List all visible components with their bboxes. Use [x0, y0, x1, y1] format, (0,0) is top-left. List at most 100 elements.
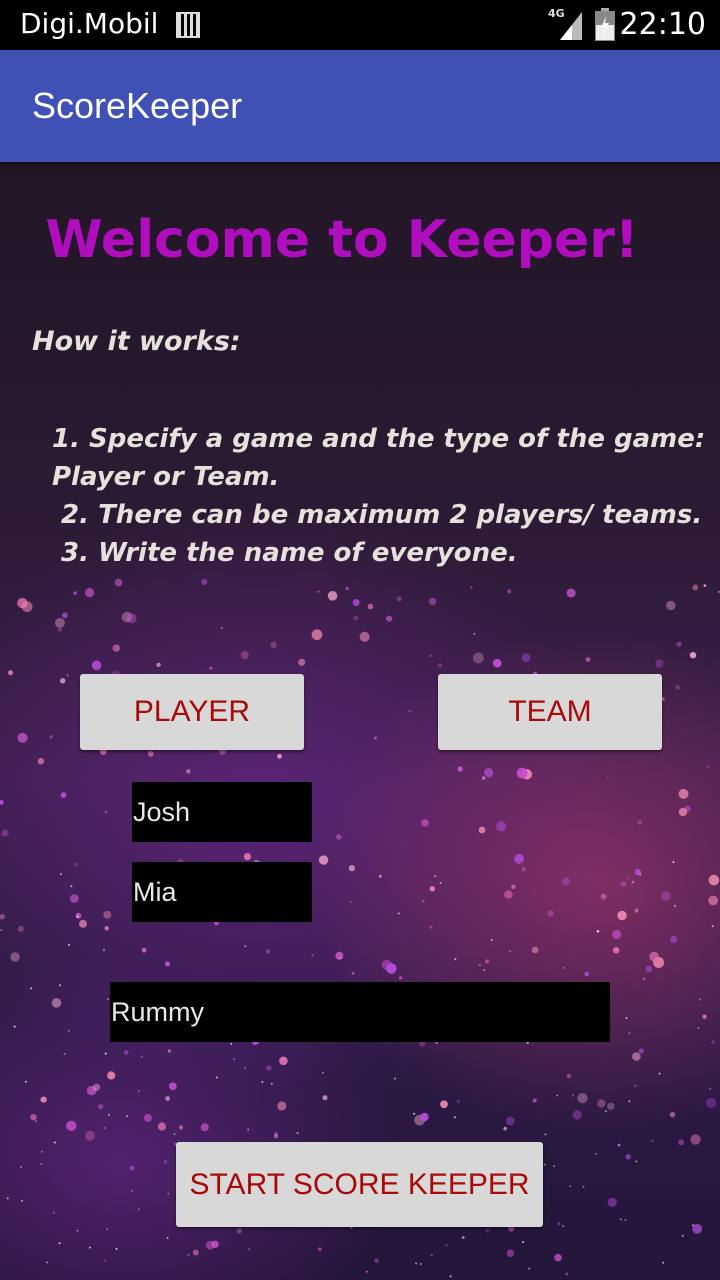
bokeh-dot: [470, 586, 473, 589]
sparkle-dot: [40, 1150, 43, 1153]
bokeh-dot: [428, 597, 437, 606]
bokeh-dot: [429, 886, 435, 892]
player-name-field-1[interactable]: Josh: [132, 782, 312, 842]
player-button[interactable]: PLAYER: [80, 674, 304, 750]
sparkle-dot: [419, 1263, 422, 1265]
bokeh-dot: [504, 890, 513, 899]
bokeh-dot: [557, 1222, 561, 1226]
bokeh-dot: [1, 829, 9, 837]
bokeh-dot: [353, 616, 359, 621]
bokeh-dot: [472, 652, 484, 664]
bokeh-dot: [561, 877, 571, 886]
bokeh-dot: [141, 947, 147, 953]
bokeh-dot: [168, 1082, 177, 1091]
bokeh-dot: [678, 1139, 684, 1146]
bokeh-dot: [511, 884, 516, 889]
bokeh-dot: [240, 651, 249, 660]
bokeh-dot: [298, 658, 306, 666]
bokeh-dot: [597, 1099, 606, 1108]
sparkle-dot: [76, 1229, 79, 1232]
sparkle-dot: [543, 1163, 546, 1166]
sparkle-dot: [52, 1211, 55, 1214]
bokeh-dot: [606, 775, 609, 779]
sparkle-dot: [528, 1267, 531, 1270]
bokeh-dot: [507, 589, 512, 594]
sparkle-dot: [681, 1234, 684, 1237]
bokeh-dot: [678, 788, 689, 799]
bokeh-dot: [706, 1097, 717, 1108]
sparkle-dot: [553, 1165, 556, 1168]
bokeh-dot: [607, 1102, 615, 1110]
bokeh-dot: [506, 1249, 515, 1257]
bokeh-dot: [637, 820, 642, 825]
bokeh-dot: [505, 1116, 515, 1126]
bokeh-dot: [461, 1236, 465, 1239]
bokeh-dot: [37, 758, 45, 765]
bokeh-dot: [584, 971, 589, 977]
sparkle-dot: [70, 885, 73, 888]
game-name-field[interactable]: Rummy: [110, 982, 610, 1042]
sparkle-dot: [624, 1219, 627, 1222]
bokeh-dot: [103, 1259, 107, 1263]
bokeh-dot: [484, 959, 490, 964]
bokeh-dot: [566, 588, 576, 598]
bokeh-dot: [318, 855, 329, 865]
bokeh-dot: [631, 880, 635, 884]
app-bar: ScoreKeeper: [0, 50, 720, 162]
bokeh-dot: [440, 1100, 448, 1109]
bokeh-dot: [311, 629, 323, 641]
bokeh-dot: [642, 977, 646, 981]
bokeh-dot: [236, 1228, 243, 1234]
sparkle-dot: [635, 1160, 638, 1163]
bokeh-dot: [69, 894, 79, 903]
bokeh-dot: [126, 613, 137, 624]
bokeh-dot: [156, 662, 161, 667]
bokeh-dot: [632, 1052, 641, 1061]
sparkle-dot: [296, 1132, 299, 1135]
sparkle-dot: [673, 904, 676, 907]
bokeh-dot: [0, 800, 4, 805]
bokeh-dot: [429, 925, 433, 929]
sparkle-dot: [490, 939, 493, 941]
bokeh-dot: [352, 599, 360, 606]
sparkle-dot: [247, 1128, 250, 1131]
bokeh-dot: [178, 1125, 184, 1130]
start-score-keeper-button[interactable]: START SCORE KEEPER: [176, 1142, 543, 1227]
sparkle-dot: [397, 912, 400, 915]
bokeh-dot: [75, 912, 82, 919]
bokeh-dot: [91, 660, 102, 671]
bokeh-dot: [270, 641, 278, 649]
bokeh-dot: [200, 1123, 209, 1132]
sparkle-dot: [413, 1112, 416, 1115]
sparkle-dot: [270, 1082, 273, 1085]
bokeh-dot: [277, 1101, 287, 1111]
sparkle-dot: [63, 1053, 66, 1055]
sparkle-dot: [137, 1090, 140, 1093]
bokeh-dot: [79, 919, 87, 928]
bokeh-dot: [429, 654, 433, 657]
sparkle-dot: [562, 1225, 565, 1227]
sparkle-dot: [131, 1189, 134, 1192]
player-name-field-2[interactable]: Mia: [132, 862, 312, 922]
bokeh-dot: [554, 1253, 562, 1262]
sparkle-dot: [434, 875, 437, 878]
bokeh-dot: [273, 1134, 279, 1139]
sparkle-dot: [53, 1141, 56, 1144]
sparkle-dot: [76, 915, 79, 918]
team-button[interactable]: TEAM: [438, 674, 662, 750]
bokeh-dot: [627, 877, 630, 880]
bokeh-dot: [514, 853, 524, 864]
sparkle-dot: [104, 1052, 107, 1055]
sparkle-dot: [322, 1071, 324, 1074]
bokeh-dot: [209, 666, 213, 670]
bokeh-dot: [21, 601, 33, 613]
sparkle-dot: [711, 925, 714, 928]
bokeh-dot: [711, 1040, 715, 1044]
bokeh-dot: [8, 670, 13, 676]
bokeh-dot: [532, 1098, 537, 1103]
bokeh-dot: [98, 1104, 104, 1110]
bokeh-dot: [104, 926, 109, 931]
bokeh-dot: [124, 1050, 129, 1055]
sparkle-dot: [709, 1087, 712, 1090]
bokeh-dot: [396, 596, 402, 602]
